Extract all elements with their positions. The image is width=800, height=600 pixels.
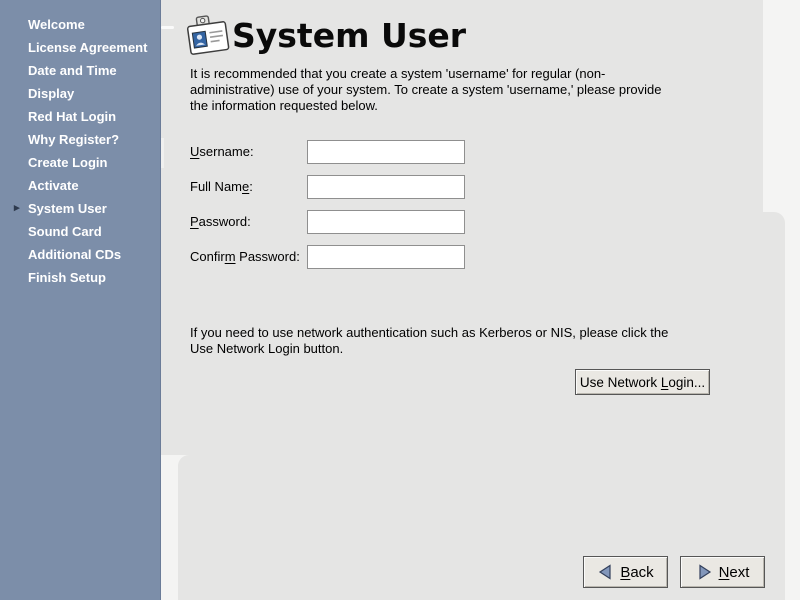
use-network-login-button[interactable]: Use Network Login... xyxy=(575,369,710,395)
back-arrow-icon xyxy=(597,564,614,580)
label-accel: U xyxy=(190,144,199,159)
button-label: Use Network Login... xyxy=(580,375,705,390)
sidebar-connector-strip xyxy=(161,138,164,168)
username-label: Username: xyxy=(190,140,254,164)
label-text: sername: xyxy=(199,144,253,159)
password-field[interactable] xyxy=(307,210,465,234)
label-text: : xyxy=(249,179,253,194)
label-accel: m xyxy=(225,249,236,264)
label-text: Confir xyxy=(190,249,225,264)
confirm-password-field[interactable] xyxy=(307,245,465,269)
label-text: Password: xyxy=(236,249,300,264)
id-badge-icon xyxy=(185,10,231,65)
label-text: assword: xyxy=(199,214,251,229)
full-name-label: Full Name: xyxy=(190,175,253,199)
page-content: System User It is recommended that you c… xyxy=(0,0,800,600)
network-auth-note: If you need to use network authenticatio… xyxy=(190,325,668,357)
intro-text: It is recommended that you create a syst… xyxy=(190,66,662,114)
next-button[interactable]: Next xyxy=(680,556,765,588)
label-accel: P xyxy=(190,214,199,229)
confirm-password-label: Confirm Password: xyxy=(190,245,300,269)
sidebar-connector-dash xyxy=(161,26,174,29)
back-button[interactable]: Back xyxy=(583,556,668,588)
button-label: Back xyxy=(620,564,653,581)
next-arrow-icon xyxy=(696,564,713,580)
password-label: Password: xyxy=(190,210,251,234)
button-label: Next xyxy=(719,564,750,581)
label-text: Full Nam xyxy=(190,179,242,194)
page-title: System User xyxy=(232,16,466,55)
username-field[interactable] xyxy=(307,140,465,164)
full-name-field[interactable] xyxy=(307,175,465,199)
